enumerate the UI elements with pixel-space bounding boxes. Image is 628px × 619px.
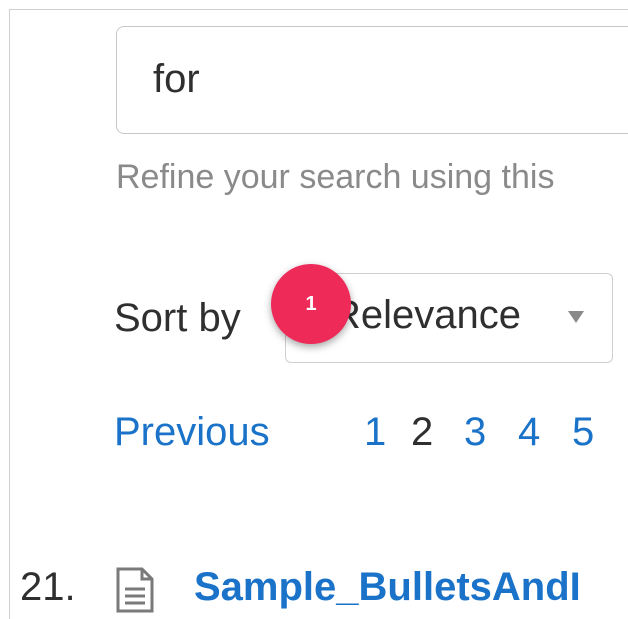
result-title-link[interactable]: Sample_BulletsAndI bbox=[194, 565, 581, 610]
pagination-page-4[interactable]: 4 bbox=[518, 410, 540, 455]
search-help-text: Refine your search using this bbox=[116, 158, 555, 196]
search-panel: for Refine your search using this Sort b… bbox=[9, 9, 628, 619]
pagination-previous[interactable]: Previous bbox=[114, 410, 270, 455]
result-number: 21. bbox=[20, 565, 76, 609]
document-icon bbox=[116, 567, 154, 613]
pagination-page-1[interactable]: 1 bbox=[364, 410, 386, 455]
sort-select-value: Relevance bbox=[332, 293, 522, 337]
chevron-down-icon bbox=[568, 311, 584, 323]
pagination-page-3[interactable]: 3 bbox=[464, 410, 486, 455]
search-input[interactable]: for bbox=[116, 26, 628, 134]
sort-by-label: Sort by bbox=[114, 296, 241, 340]
search-input-value: for bbox=[153, 57, 200, 101]
pagination-page-2-current: 2 bbox=[411, 410, 434, 454]
step-marker: 1 bbox=[271, 264, 351, 344]
pagination-page-5[interactable]: 5 bbox=[572, 410, 594, 455]
